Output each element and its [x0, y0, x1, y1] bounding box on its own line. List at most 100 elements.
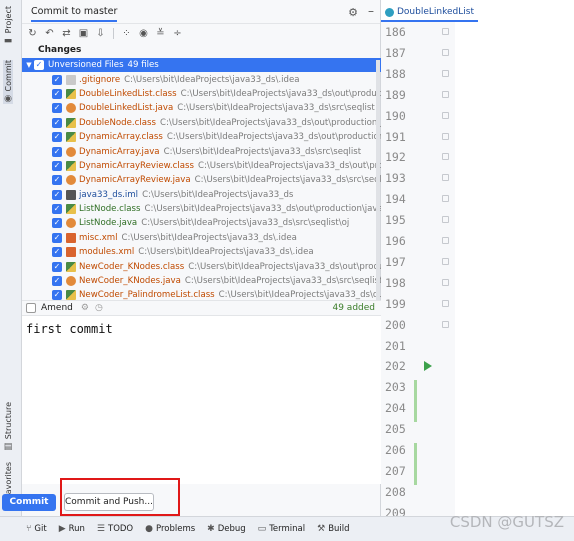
group-checkbox[interactable]: ✓: [34, 60, 44, 71]
fold-marker-icon[interactable]: [442, 111, 449, 119]
file-row[interactable]: ✓ misc.xml C:\Users\bit\IdeaProjects\java3…: [22, 231, 381, 245]
file-checkbox[interactable]: ✓: [52, 290, 62, 300]
fold-marker-icon[interactable]: [442, 174, 449, 182]
panel-title[interactable]: Commit to master: [31, 6, 118, 22]
file-row[interactable]: ✓ .gitignore C:\Users\bit\IdeaProjects\jav…: [22, 72, 381, 86]
eye-icon[interactable]: ◉: [137, 27, 150, 40]
file-row[interactable]: ✓ ListNode.class C:\Users\bit\IdeaProjects…: [22, 202, 381, 216]
file-path: C:\Users\bit\IdeaProjects\java33_ds\src\…: [184, 276, 381, 287]
editor-tab[interactable]: DoubleLinkedList: [381, 4, 478, 22]
file-name: NewCoder_KNodes.java: [79, 276, 181, 287]
expand-all-icon[interactable]: ≚: [154, 27, 167, 40]
file-row[interactable]: ✓ ListNode.java C:\Users\bit\IdeaProjects\…: [22, 216, 381, 230]
commit-button[interactable]: Commit: [2, 494, 56, 511]
group-by-icon[interactable]: ⁘: [120, 27, 133, 40]
bottom-tab-debug[interactable]: ✱ Debug: [207, 524, 246, 534]
file-path: C:\Users\bit\IdeaProjects\java33_ds\.ide…: [138, 247, 314, 258]
file-row[interactable]: ✓ DoubleNode.class C:\Users\bit\IdeaProjec…: [22, 116, 381, 130]
fold-marker-icon[interactable]: [442, 257, 449, 265]
diff-arrows-icon[interactable]: ⇄: [60, 27, 73, 40]
line-number: 199: [385, 296, 406, 311]
bottom-tab-git[interactable]: ⑂ Git: [26, 524, 47, 534]
commit-tool-tab[interactable]: Commit ◉: [3, 60, 13, 105]
bottom-tab-todo[interactable]: ☰ TODO: [97, 524, 133, 534]
fold-marker-icon[interactable]: [442, 216, 449, 224]
line-number: 204: [385, 401, 406, 416]
file-path: C:\Users\bit\IdeaProjects\java33_ds\.ide…: [124, 74, 300, 85]
file-checkbox[interactable]: ✓: [52, 204, 62, 215]
fold-marker-icon[interactable]: [442, 237, 449, 244]
collapse-all-icon[interactable]: ÷: [171, 27, 184, 40]
file-row[interactable]: ✓ DynamicArray.java C:\Users\bit\IdeaProje…: [22, 144, 381, 158]
file-row[interactable]: ✓ NewCoder_KNodes.java C:\Users\bit\IdeaPr…: [22, 274, 381, 288]
file-checkbox[interactable]: ✓: [52, 88, 62, 99]
project-tool-tab[interactable]: Project ▬: [3, 6, 13, 46]
vcs-change-marker[interactable]: [414, 380, 417, 423]
file-checkbox[interactable]: ✓: [52, 175, 62, 186]
folder-icon: ▬: [3, 36, 13, 47]
file-checkbox[interactable]: ✓: [52, 132, 62, 143]
unversioned-files-group[interactable]: ▼ ✓ Unversioned Files 49 files: [22, 58, 381, 73]
favorites-tab-label: Favorites: [3, 462, 13, 499]
file-checkbox[interactable]: ✓: [52, 276, 62, 287]
fold-marker-icon[interactable]: [442, 90, 449, 98]
file-checkbox[interactable]: ✓: [52, 189, 62, 200]
file-checkbox[interactable]: ✓: [52, 74, 62, 85]
class-file-icon: [66, 117, 76, 128]
file-checkbox[interactable]: ✓: [52, 232, 62, 243]
line-number: 196: [385, 234, 406, 248]
gear-icon[interactable]: ⚙: [348, 6, 358, 19]
minimize-icon[interactable]: –: [368, 4, 374, 18]
chevron-down-icon[interactable]: ▼: [24, 61, 34, 69]
amend-checkbox[interactable]: [26, 303, 36, 313]
fold-marker-icon[interactable]: [442, 69, 449, 77]
file-checkbox[interactable]: ✓: [52, 261, 62, 272]
fold-marker-icon[interactable]: [442, 153, 449, 161]
file-row[interactable]: ✓ java33_ds.iml C:\Users\bit\IdeaProjects\…: [22, 188, 381, 202]
bottom-tab-label: Git: [34, 524, 47, 534]
bottom-tab-terminal[interactable]: ▭ Terminal: [258, 524, 305, 534]
file-checkbox[interactable]: ✓: [52, 160, 62, 171]
file-row[interactable]: ✓ NewCoder_KNodes.class C:\Users\bit\IdeaP…: [22, 259, 381, 273]
tree-scrollbar[interactable]: [376, 60, 380, 300]
file-checkbox[interactable]: ✓: [52, 247, 62, 258]
java-file-icon: [66, 175, 76, 186]
structure-tool-tab[interactable]: Structure ▤: [3, 402, 13, 452]
file-checkbox[interactable]: ✓: [52, 146, 62, 157]
bottom-tab-run[interactable]: ▶ Run: [59, 524, 85, 534]
file-row[interactable]: ✓ modules.xml C:\Users\bit\IdeaProjects\ja…: [22, 245, 381, 259]
download-icon[interactable]: ⇩: [94, 27, 107, 40]
amend-label[interactable]: Amend: [41, 303, 73, 313]
fold-marker-icon[interactable]: [442, 28, 449, 35]
file-checkbox[interactable]: ✓: [52, 218, 62, 229]
bottom-tab-problems[interactable]: ● Problems: [145, 524, 195, 534]
rollback-icon[interactable]: ↶: [43, 27, 56, 40]
commit-and-push-button[interactable]: Commit and Push...: [64, 493, 154, 511]
file-row[interactable]: ✓ DoubleLinkedList.class C:\Users\bit\Idea…: [22, 87, 381, 101]
refresh-icon[interactable]: ↻: [26, 27, 39, 40]
file-name: DoubleNode.class: [79, 117, 156, 128]
vcs-change-marker[interactable]: [414, 443, 417, 485]
shelve-icon[interactable]: ▣: [77, 27, 90, 40]
file-row[interactable]: ✓ DynamicArray.class C:\Users\bit\IdeaProj…: [22, 130, 381, 144]
bottom-tab-build[interactable]: ⚒ Build: [317, 524, 349, 534]
commit-message-input[interactable]: first commit: [22, 316, 381, 484]
fold-marker-icon[interactable]: [442, 320, 449, 328]
file-checkbox[interactable]: ✓: [52, 103, 62, 114]
run-gutter-icon[interactable]: [424, 361, 432, 372]
fold-marker-icon[interactable]: [442, 48, 449, 56]
clock-icon[interactable]: ◷: [95, 303, 103, 313]
fold-marker-icon[interactable]: [442, 132, 449, 140]
file-tree: ▼ ✓ Unversioned Files 49 files ✓ .gitigno…: [22, 58, 381, 300]
file-row[interactable]: ✓ DynamicArrayReview.class C:\Users\bit\Id…: [22, 159, 381, 173]
fold-marker-icon[interactable]: [442, 195, 449, 203]
fold-marker-icon[interactable]: [442, 278, 449, 286]
file-row[interactable]: ✓ NewCoder_PalindromeList.class C:\Users\b…: [22, 288, 381, 300]
class-file-icon: [66, 132, 76, 143]
gear-icon[interactable]: ⚙: [81, 303, 89, 313]
file-checkbox[interactable]: ✓: [52, 117, 62, 128]
fold-marker-icon[interactable]: [442, 299, 449, 307]
amend-bar: Amend ⚙ ◷ 49 added: [22, 300, 381, 316]
file-row[interactable]: ✓ DoubleLinkedList.java C:\Users\bit\IdeaP…: [22, 101, 381, 115]
file-row[interactable]: ✓ DynamicArrayReview.java C:\Users\bit\Ide…: [22, 173, 381, 187]
